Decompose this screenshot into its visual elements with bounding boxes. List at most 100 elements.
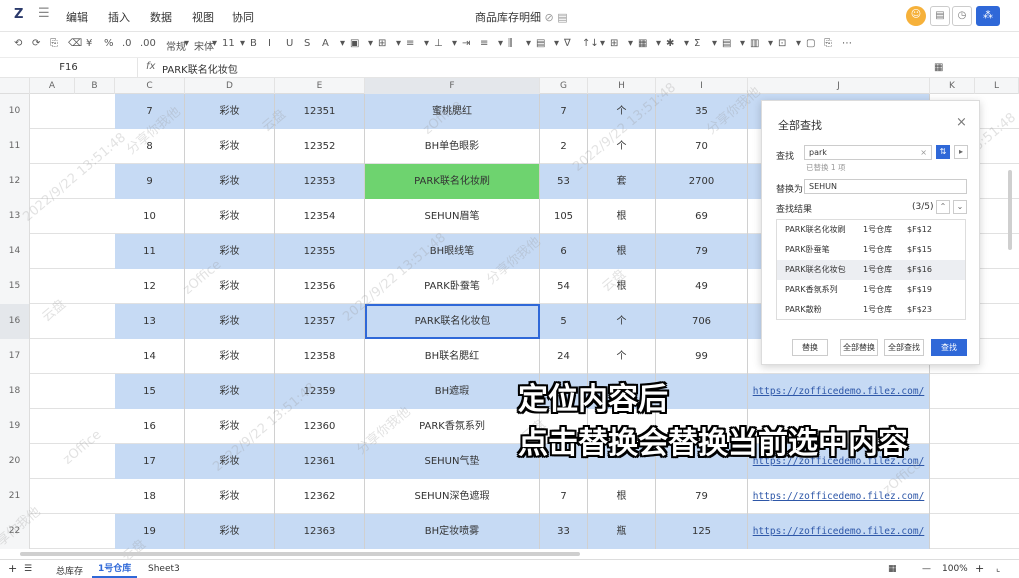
cell-i10[interactable]: 35 — [656, 94, 748, 129]
cell-c18[interactable]: 15 — [115, 374, 185, 409]
toolbar-item-4-icon[interactable]: ¥ — [86, 38, 92, 49]
cell-c10[interactable]: 7 — [115, 94, 185, 129]
column-header-l[interactable]: L — [975, 78, 1019, 94]
cell-d12[interactable]: 彩妆 — [185, 164, 275, 199]
row-header[interactable]: 15 — [0, 269, 30, 304]
toolbar-item-22-icon[interactable]: ⊞ — [378, 38, 386, 49]
cell-c12[interactable]: 9 — [115, 164, 185, 199]
toolbar-item-5-icon[interactable]: % — [104, 38, 114, 49]
find-option-icon[interactable]: ⇅ — [936, 145, 950, 159]
cell-e11[interactable]: 12352 — [275, 129, 365, 164]
cell-g15[interactable]: 54 — [540, 269, 588, 304]
cell-g12[interactable]: 53 — [540, 164, 588, 199]
share-button[interactable]: ⁂ — [976, 6, 1000, 26]
cell-i17[interactable]: 99 — [656, 339, 748, 374]
toolbar-item-17-icon[interactable]: S — [304, 38, 310, 49]
toolbar-item-24-icon[interactable]: ≡ — [406, 38, 414, 49]
cell-e12[interactable]: 12353 — [275, 164, 365, 199]
cell-i18[interactable] — [656, 374, 748, 409]
toolbar-item-39-icon[interactable]: ▾ — [628, 38, 633, 49]
find-button[interactable]: 查找 — [931, 339, 967, 356]
column-header-k[interactable]: K — [930, 78, 975, 94]
cell-d19[interactable]: 彩妆 — [185, 409, 275, 444]
toolbar-item-10-icon[interactable]: 宋体 — [194, 38, 214, 53]
toolbar-item-13-icon[interactable]: ▾ — [240, 38, 245, 49]
cell-i14[interactable]: 79 — [656, 234, 748, 269]
column-header-c[interactable]: C — [115, 78, 185, 94]
cell-e10[interactable]: 12351 — [275, 94, 365, 129]
sheet-tab-warehouse1[interactable]: 1号仓库 — [92, 560, 138, 578]
cell-d22[interactable]: 彩妆 — [185, 514, 275, 549]
cell-f11[interactable]: BH单色眼影 — [365, 129, 540, 164]
close-icon[interactable]: × — [956, 115, 967, 130]
sheet-list-icon[interactable]: ☰ — [24, 564, 32, 574]
row-header[interactable]: 22 — [0, 514, 30, 549]
toolbar-item-52-icon[interactable]: ▢ — [806, 38, 815, 49]
cell-h11[interactable]: 个 — [588, 129, 656, 164]
cell-i16[interactable]: 706 — [656, 304, 748, 339]
cell-j18[interactable]: https://zofficedemo.filez.com/ — [748, 374, 930, 409]
cell-c21[interactable]: 18 — [115, 479, 185, 514]
horizontal-scrollbar[interactable] — [20, 552, 580, 556]
toolbar-item-28-icon[interactable]: ⇥ — [462, 38, 470, 49]
cell-d14[interactable]: 彩妆 — [185, 234, 275, 269]
toolbar-item-36-icon[interactable]: ↑↓ — [582, 38, 599, 49]
row-header[interactable]: 10 — [0, 94, 30, 129]
replace-input[interactable]: SEHUN — [804, 179, 967, 194]
cell-g10[interactable]: 7 — [540, 94, 588, 129]
cell-f16[interactable]: PARK联名化妆包 — [365, 304, 540, 339]
toolbar-item-33-icon[interactable]: ▤ — [536, 38, 545, 49]
cell-f21[interactable]: SEHUN深色遮瑕 — [365, 479, 540, 514]
cell-i12[interactable]: 2700 — [656, 164, 748, 199]
cell-e14[interactable]: 12355 — [275, 234, 365, 269]
row-header[interactable]: 13 — [0, 199, 30, 234]
cell-i15[interactable]: 49 — [656, 269, 748, 304]
cell-h16[interactable]: 个 — [588, 304, 656, 339]
cell-h10[interactable]: 个 — [588, 94, 656, 129]
toolbar-item-44-icon[interactable]: Σ — [694, 38, 700, 49]
row-header[interactable]: 11 — [0, 129, 30, 164]
toolbar-item-25-icon[interactable]: ▾ — [424, 38, 429, 49]
cell-e21[interactable]: 12362 — [275, 479, 365, 514]
toolbar-item-2-icon[interactable]: ⎘ — [50, 38, 58, 49]
cell-f13[interactable]: SEHUN眉笔 — [365, 199, 540, 234]
toolbar-item-7-icon[interactable]: .00 — [140, 38, 156, 49]
row-header[interactable]: 16 — [0, 304, 30, 339]
toolbar-item-32-icon[interactable]: ▾ — [526, 38, 531, 49]
row-header[interactable]: 18 — [0, 374, 30, 409]
cell-h21[interactable]: 根 — [588, 479, 656, 514]
toolbar-item-6-icon[interactable]: .0 — [122, 38, 132, 49]
select-all-corner[interactable] — [0, 78, 30, 94]
toolbar-item-51-icon[interactable]: ▾ — [796, 38, 801, 49]
toolbar-item-15-icon[interactable]: I — [268, 38, 271, 49]
toolbar-item-26-icon[interactable]: ⊥ — [434, 38, 443, 49]
cell-c16[interactable]: 13 — [115, 304, 185, 339]
cell-g21[interactable]: 7 — [540, 479, 588, 514]
name-box[interactable]: F16 — [0, 58, 138, 78]
toolbar-item-45-icon[interactable]: ▾ — [712, 38, 717, 49]
menu-insert[interactable]: 插入 — [108, 9, 130, 25]
toolbar-item-40-icon[interactable]: ▦ — [638, 38, 647, 49]
cell-c13[interactable]: 10 — [115, 199, 185, 234]
toolbar-item-31-icon[interactable]: ⫼ — [508, 38, 513, 49]
cell-d16[interactable]: 彩妆 — [185, 304, 275, 339]
toolbar-item-42-icon[interactable]: ✱ — [666, 38, 674, 49]
toolbar-item-23-icon[interactable]: ▾ — [396, 38, 401, 49]
toolbar-item-49-icon[interactable]: ▾ — [768, 38, 773, 49]
cell-f12[interactable]: PARK联名化妆刷 — [365, 164, 540, 199]
cell-c19[interactable]: 16 — [115, 409, 185, 444]
cell-d11[interactable]: 彩妆 — [185, 129, 275, 164]
toolbar-item-50-icon[interactable]: ⊡ — [778, 38, 786, 49]
cell-g22[interactable]: 33 — [540, 514, 588, 549]
find-all-button[interactable]: 全部查找 — [884, 339, 924, 356]
result-item[interactable]: PARK联名化妆包 1号仓库 $F$16 — [777, 260, 965, 280]
menu-collab[interactable]: 协同 — [232, 9, 254, 25]
toolbar-item-53-icon[interactable]: ⎘ — [824, 38, 832, 49]
cell-d17[interactable]: 彩妆 — [185, 339, 275, 374]
toolbar-item-12-icon[interactable]: 11 — [222, 38, 235, 49]
cell-c22[interactable]: 19 — [115, 514, 185, 549]
cell-j22[interactable]: https://zofficedemo.filez.com/ — [748, 514, 930, 549]
find-more-icon[interactable]: ▸ — [954, 145, 968, 159]
toolbar-item-41-icon[interactable]: ▾ — [656, 38, 661, 49]
cell-f18[interactable]: BH遮瑕 — [365, 374, 540, 409]
